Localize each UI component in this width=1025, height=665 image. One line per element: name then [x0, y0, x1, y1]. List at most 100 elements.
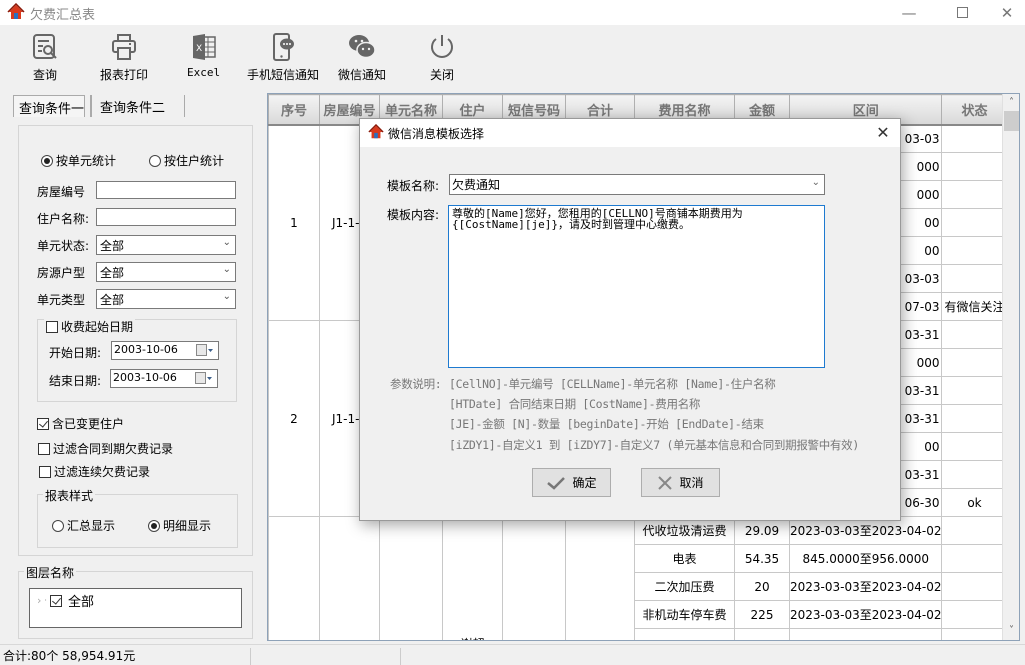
summary-text: 合计:80个 58,954.91元 [3, 649, 136, 663]
filter-contract-expired-checkbox[interactable]: 过滤合同到期欠费记录 [38, 440, 173, 457]
wechat-notify-button[interactable]: 微信通知 [338, 33, 386, 87]
toolbar: 查询 报表打印 X Excel 手机短信通知 微信通知 关闭 [0, 25, 1025, 88]
cell-status [941, 572, 1008, 601]
start-date-label: 开始日期: [49, 346, 102, 360]
print-button[interactable]: 报表打印 [100, 33, 148, 87]
tree-item-all[interactable]: › · 全部 [37, 591, 94, 610]
house-type-select[interactable]: 全部 ⌄ [96, 262, 236, 282]
checkmark-icon [547, 476, 566, 490]
dialog-close-button[interactable]: ✕ [872, 122, 894, 144]
status-bar: 合计:80个 58,954.91元 [0, 644, 1025, 665]
print-label: 报表打印 [100, 68, 149, 82]
excel-button[interactable]: X Excel [187, 33, 220, 87]
end-date-picker[interactable]: 2003-10-06 [110, 369, 218, 388]
cell-range [788, 628, 943, 640]
app-house-icon [368, 124, 384, 139]
layer-tree: › · 全部 [29, 588, 242, 628]
template-name-label: 模板名称: [387, 179, 440, 193]
report-style-title: 报表样式 [43, 487, 96, 504]
tab-divider [90, 95, 92, 117]
printer-icon [112, 34, 136, 60]
cell-range: 2023-03-03至2023-04-02 [788, 572, 943, 601]
cell-status [941, 348, 1008, 377]
cell-status: 有微信关注 [941, 292, 1008, 321]
cancel-button[interactable]: 取消 [641, 468, 720, 497]
house-type-label: 房源户型 [37, 266, 86, 280]
radio-by-resident[interactable]: 按住户统计 [149, 152, 224, 169]
ok-button[interactable]: 确定 [532, 468, 611, 497]
template-content-textarea[interactable] [448, 205, 825, 368]
checkbox-checked-icon[interactable] [49, 594, 62, 607]
scroll-thumb[interactable] [1004, 111, 1019, 131]
cell-status [941, 152, 1008, 181]
radio-detail-display[interactable]: 明细显示 [148, 517, 211, 534]
svg-text:X: X [196, 44, 202, 54]
radio-selected-icon [41, 154, 53, 167]
close-button[interactable]: 关闭 [428, 33, 456, 87]
chevron-down-icon: ⌄ [222, 264, 231, 275]
window-title: 欠费汇总表 [30, 8, 96, 23]
cell-status [941, 432, 1008, 461]
unit-type-select[interactable]: 全部 ⌄ [96, 289, 236, 309]
chevron-right-icon[interactable]: › [37, 594, 41, 607]
charge-date-checkbox[interactable]: 收费起始日期 [44, 318, 136, 335]
cancel-label: 取消 [679, 476, 704, 490]
param-line: [HTDate] 合同结束日期 [CostName]-费用名称 [449, 397, 701, 411]
scroll-up-icon[interactable]: ˄ [1003, 94, 1019, 111]
cell-amount [734, 628, 790, 640]
radio-by-unit[interactable]: 按单元统计 [41, 152, 116, 169]
column-header[interactable]: 状态 [941, 94, 1008, 126]
template-name-select[interactable]: 欠费通知 ⌄ [449, 174, 825, 195]
cell-resident: 谢超 [442, 516, 503, 640]
tab-query-condition-1[interactable]: 查询条件一 [13, 95, 85, 117]
query-button[interactable]: 查询 [31, 33, 59, 87]
scroll-down-icon[interactable]: ˅ [1003, 622, 1019, 639]
unit-type-value: 全部 [100, 293, 125, 307]
chevron-down-icon: ⌄ [222, 237, 231, 248]
tab-query-condition-2[interactable]: 查询条件二 [95, 95, 185, 117]
start-date-picker[interactable]: 2003-10-06 [111, 341, 219, 360]
wechat-template-dialog: 微信消息模板选择 ✕ 模板名称: 欠费通知 ⌄ 模板内容: 参数说明: [Cel… [359, 118, 901, 521]
checkbox-label: 过滤连续欠费记录 [54, 465, 151, 479]
chevron-down-icon: ⌄ [222, 291, 231, 302]
cell-amount: 20 [734, 572, 790, 601]
cell-status [941, 404, 1008, 433]
wechat-notify-label: 微信通知 [338, 68, 387, 82]
include-changed-residents-checkbox[interactable]: 含已变更住户 [37, 415, 124, 432]
checkbox-unchecked-icon [46, 320, 58, 333]
column-header[interactable]: 序号 [268, 94, 320, 126]
unit-status-select[interactable]: 全部 ⌄ [96, 235, 236, 255]
excel-label: Excel [187, 66, 221, 79]
filter-continuous-arrears-checkbox[interactable]: 过滤连续欠费记录 [39, 463, 150, 480]
house-no-input[interactable] [96, 181, 236, 199]
radio-unselected-icon [149, 154, 161, 167]
cell-fee: 电表 [634, 544, 735, 573]
tab-label: 查询条件一 [19, 102, 85, 117]
checkbox-checked-icon [37, 417, 49, 430]
cell-seq: 1 [268, 124, 320, 321]
cell-phone [502, 516, 566, 640]
checkbox-label: 含已变更住户 [52, 417, 125, 431]
cell-status [941, 516, 1008, 545]
start-date-value: 2003-10-06 [114, 343, 178, 356]
title-bar: 欠费汇总表 — ✕ [0, 0, 1025, 25]
status-divider [400, 648, 401, 665]
unit-type-label: 单元类型 [37, 293, 86, 307]
resident-name-input[interactable] [96, 208, 236, 226]
checkbox-unchecked-icon [39, 465, 51, 478]
radio-summary-display[interactable]: 汇总显示 [52, 517, 115, 534]
cell-unit-name [379, 516, 443, 640]
cell-amount: 54.35 [734, 544, 790, 573]
vertical-scrollbar[interactable]: ˄ ˅ [1002, 94, 1019, 640]
close-label: 关闭 [429, 68, 454, 82]
template-name-value: 欠费通知 [452, 178, 501, 192]
cell-house-no: J1-1-103 [319, 516, 380, 640]
cell-fee: 非机动车停车费 [634, 600, 735, 629]
sms-notify-button[interactable]: 手机短信通知 [247, 33, 319, 87]
close-window-button[interactable]: ✕ [984, 0, 1025, 25]
minimize-button[interactable]: — [886, 0, 932, 25]
calendar-dropdown-icon [195, 372, 212, 384]
maximize-button[interactable] [939, 0, 985, 25]
end-date-label: 结束日期: [49, 374, 102, 388]
cell-range: 845.0000至956.0000 [788, 544, 943, 573]
